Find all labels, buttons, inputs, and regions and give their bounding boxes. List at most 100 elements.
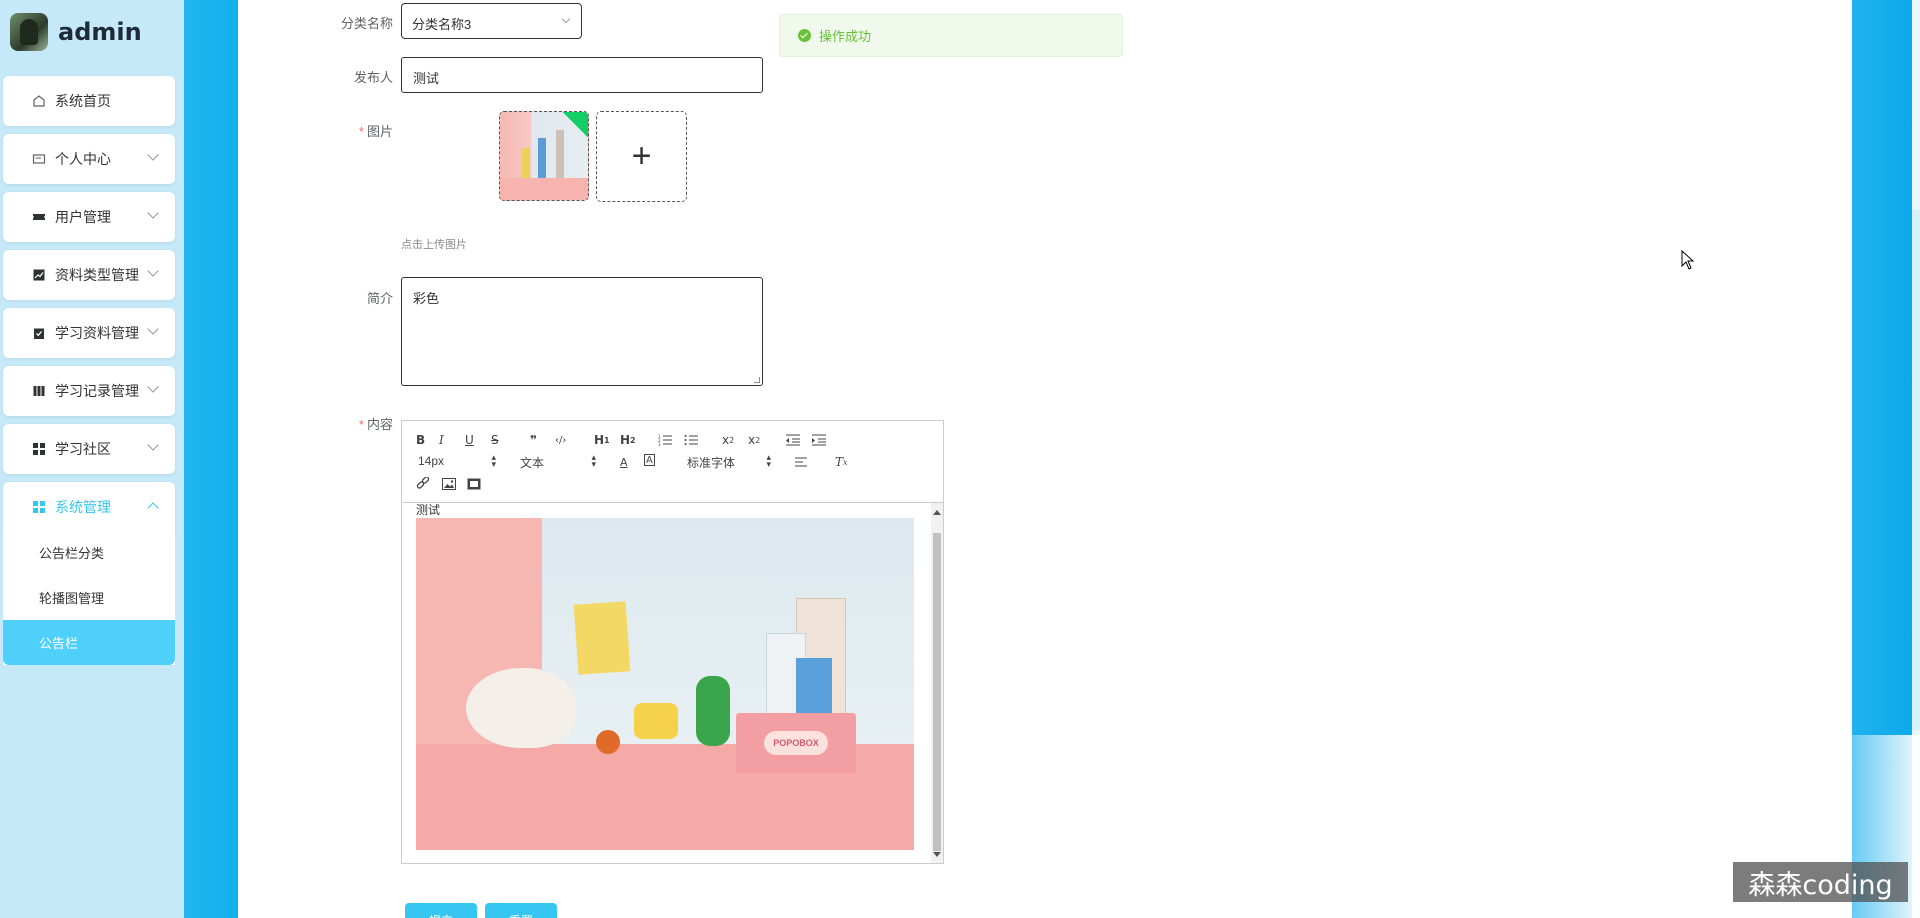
bullet-list-icon[interactable] [684, 432, 698, 448]
sidebar-item-profile[interactable]: 个人中心 [3, 134, 175, 184]
sidebar-item-records[interactable]: 学习记录管理 [3, 366, 175, 416]
editor-toolbar: B I U S ❞ ‹/› H1 H2 123 x2 x2 14px ▴ ▾ 文本… [402, 421, 943, 503]
scroll-down-arrow-icon[interactable] [933, 852, 941, 857]
svg-text:3: 3 [658, 442, 661, 446]
sidebar-item-system[interactable]: 系统管理 [3, 482, 175, 532]
book-icon [31, 383, 47, 399]
sidebar-item-label: 学习记录管理 [55, 383, 139, 399]
background-color-button[interactable]: A [644, 454, 655, 466]
up-down-icon: ▴ ▾ [591, 452, 596, 469]
required-asterisk: * [358, 124, 364, 139]
image-icon[interactable] [442, 476, 456, 492]
scroll-up-arrow-icon[interactable] [933, 510, 941, 515]
sidebar-item-users[interactable]: 用户管理 [3, 192, 175, 242]
sidebar-item-home[interactable]: 系统首页 [3, 76, 175, 126]
underline-button[interactable]: U [465, 432, 474, 448]
chart-icon [31, 267, 47, 283]
code-block-button[interactable]: ‹/› [555, 432, 566, 448]
content-label: * 内容 [273, 414, 393, 433]
strike-button[interactable]: S [491, 432, 499, 448]
heading1-button[interactable]: H1 [594, 432, 610, 448]
submit-button[interactable]: 提交 [405, 903, 477, 918]
sidebar-item-label: 学习社区 [55, 441, 111, 457]
italic-button[interactable]: I [439, 432, 444, 448]
bold-button[interactable]: B [416, 432, 425, 448]
sidebar-item-label: 系统首页 [55, 93, 111, 109]
required-asterisk: * [358, 417, 364, 432]
chevron-down-icon [147, 265, 159, 277]
align-icon[interactable] [795, 454, 809, 470]
font-size-value: 14px [418, 454, 445, 468]
intro-textarea[interactable]: 彩色 [401, 277, 763, 386]
photo-frog-toy [696, 676, 730, 746]
image-label: * 图片 [273, 121, 393, 140]
thumbnail-detail [556, 130, 564, 178]
image-label-text: 图片 [366, 124, 393, 139]
submenu-item-notice-category[interactable]: 公告栏分类 [3, 530, 175, 575]
sidebar-item-community[interactable]: 学习社区 [3, 424, 175, 474]
ordered-list-icon[interactable]: 123 [658, 432, 672, 448]
font-family-value: 标准字体 [687, 456, 736, 470]
photo-yellow-toy [634, 703, 678, 739]
outdent-icon[interactable] [786, 432, 800, 448]
header-select-value: 文本 [520, 456, 545, 470]
left-accent-bar [184, 0, 238, 918]
resize-handle[interactable] [754, 377, 760, 383]
uploaded-image-thumbnail[interactable] [499, 111, 589, 201]
category-label-text: 分类名称 [340, 16, 393, 31]
link-icon[interactable] [416, 476, 430, 492]
id-card-icon [31, 151, 47, 167]
reset-button[interactable]: 重置 [485, 903, 557, 918]
editor-content[interactable]: 测试 POPOBOX [402, 503, 943, 863]
upload-hint: 点击上传图片 [401, 239, 467, 251]
sidebar-item-label: 资料类型管理 [55, 267, 139, 283]
photo-blue-pack [796, 658, 832, 718]
sidebar-item-label: 学习资料管理 [55, 325, 139, 341]
editor-image[interactable]: POPOBOX [416, 518, 914, 850]
chevron-down-icon [147, 207, 159, 219]
video-icon[interactable] [467, 476, 481, 492]
sidebar-item-material-types[interactable]: 资料类型管理 [3, 250, 175, 300]
editor-caption: 测试 [416, 503, 441, 517]
chevron-down-icon [561, 14, 571, 24]
submenu-item-notice[interactable]: 公告栏 [3, 620, 175, 665]
photo-yellow-pack [573, 601, 631, 675]
category-select-value: 分类名称3 [412, 17, 472, 32]
sidebar-item-materials[interactable]: 学习资料管理 [3, 308, 175, 358]
system-submenu: 公告栏分类 轮播图管理 公告栏 [3, 530, 175, 665]
up-down-icon: ▴ ▾ [766, 452, 771, 469]
grid-icon [31, 499, 47, 515]
font-family-select[interactable]: 标准字体 ▴ ▾ [687, 452, 771, 471]
page-scrollbar-thumb[interactable] [1912, 210, 1920, 730]
intro-text: 彩色 [413, 291, 440, 306]
category-label: 分类名称 [273, 13, 393, 32]
indent-icon[interactable] [812, 432, 826, 448]
grid-icon [31, 441, 47, 457]
editor-scrollbar[interactable] [931, 503, 943, 863]
heading2-button[interactable]: H2 [620, 432, 636, 448]
font-color-button[interactable]: A [620, 454, 628, 470]
avatar[interactable] [10, 13, 48, 51]
editor-scrollbar-thumb[interactable] [933, 533, 941, 851]
chevron-down-icon [147, 323, 159, 335]
thumbnail-detail [522, 148, 530, 178]
plus-icon: + [631, 137, 652, 175]
ticket-icon [31, 209, 47, 225]
thumbnail-detail [538, 138, 546, 178]
blockquote-button[interactable]: ❞ [530, 432, 537, 448]
publisher-input[interactable]: 测试 [401, 57, 763, 93]
subscript-button[interactable]: x2 [722, 432, 734, 448]
content-label-text: 内容 [366, 417, 393, 432]
brand: admin [10, 12, 142, 52]
chevron-down-icon [147, 439, 159, 451]
clear-format-button[interactable]: Tx [835, 454, 848, 470]
upload-add-button[interactable]: + [596, 111, 687, 202]
category-select[interactable]: 分类名称3 [401, 3, 582, 39]
username: admin [58, 18, 142, 46]
photo-dog [466, 668, 576, 748]
font-size-select[interactable]: 14px ▴ ▾ [418, 453, 496, 469]
chevron-down-icon [147, 149, 159, 161]
header-select[interactable]: 文本 ▴ ▾ [520, 452, 596, 471]
submenu-item-carousel[interactable]: 轮播图管理 [3, 575, 175, 620]
superscript-button[interactable]: x2 [748, 432, 760, 448]
